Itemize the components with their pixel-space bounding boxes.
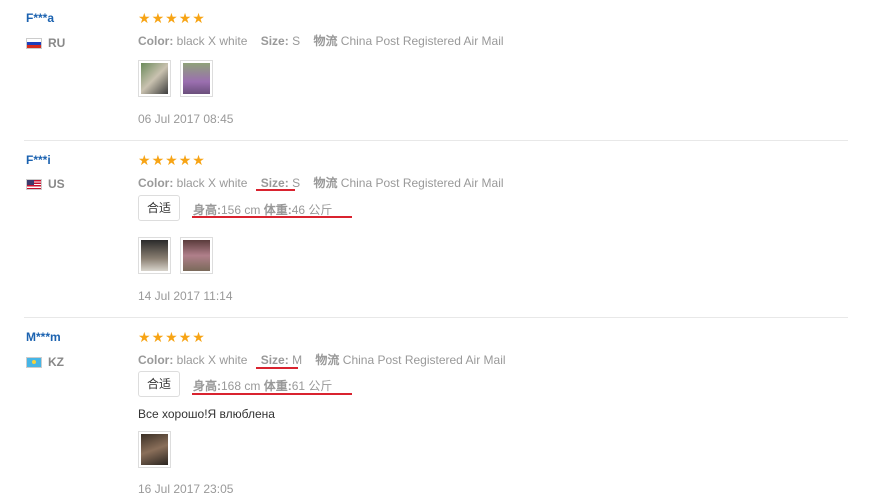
review-photo[interactable] — [180, 60, 213, 97]
size-value: S — [292, 34, 301, 48]
divider — [24, 317, 848, 318]
star-icon: ★ — [178, 10, 192, 26]
star-rating: ★ ★ ★ ★ ★ — [138, 11, 205, 25]
weight-label: 体重: — [263, 203, 292, 217]
weight-value: 46 公斤 — [291, 203, 333, 217]
weight-value: 61 公斤 — [291, 379, 333, 393]
country-code: US — [48, 177, 65, 191]
height-label: 身高: — [193, 203, 221, 217]
size-value: M — [292, 353, 303, 367]
color-label: Color: — [138, 34, 174, 48]
star-icon: ★ — [138, 152, 151, 168]
order-attributes: Color: black X white Size: S 物流 China Po… — [138, 32, 504, 49]
star-icon: ★ — [178, 152, 192, 168]
size-highlight-underline — [256, 367, 298, 369]
star-icon: ★ — [138, 329, 151, 345]
height-value: 168 cm — [221, 379, 261, 393]
review-date: 06 Jul 2017 08:45 — [138, 112, 234, 126]
order-attributes: Color: black X white Size: S 物流 China Po… — [138, 174, 504, 191]
reviewer-country: KZ — [26, 355, 64, 369]
review-photo[interactable] — [138, 431, 171, 468]
star-icon: ★ — [192, 152, 205, 168]
height-value: 156 cm — [221, 203, 261, 217]
review-photo[interactable] — [138, 237, 171, 274]
star-rating: ★ ★ ★ ★ ★ — [138, 153, 205, 167]
russia-flag-icon — [26, 37, 42, 49]
reviewer-name[interactable]: F***i — [26, 153, 51, 167]
measurement-highlight-underline — [192, 216, 352, 218]
shipping-value: China Post Registered Air Mail — [340, 34, 504, 48]
color-value: black X white — [176, 34, 248, 48]
size-label: Size: — [260, 353, 289, 367]
star-icon: ★ — [165, 329, 178, 345]
size-value: S — [292, 176, 301, 190]
star-rating: ★ ★ ★ ★ ★ — [138, 330, 205, 344]
star-icon: ★ — [178, 329, 192, 345]
reviewer-country: US — [26, 177, 65, 191]
reviewer-country: RU — [26, 36, 65, 50]
size-label: Size: — [260, 34, 289, 48]
divider — [24, 140, 848, 141]
height-label: 身高: — [193, 379, 221, 393]
color-label: Color: — [138, 176, 174, 190]
star-icon: ★ — [138, 10, 151, 26]
star-icon: ★ — [192, 329, 205, 345]
review-date: 16 Jul 2017 23:05 — [138, 482, 234, 496]
star-icon: ★ — [165, 152, 178, 168]
review-photo[interactable] — [180, 237, 213, 274]
kazakhstan-flag-icon — [26, 356, 42, 368]
star-icon: ★ — [151, 152, 165, 168]
review-date: 14 Jul 2017 11:14 — [138, 289, 233, 303]
reviewer-name[interactable]: M***m — [26, 330, 61, 344]
fit-tag: 合适 — [138, 195, 181, 221]
weight-label: 体重: — [263, 379, 292, 393]
country-code: KZ — [48, 355, 64, 369]
shipping-label: 物流 — [313, 176, 338, 190]
review-photo[interactable] — [138, 60, 171, 97]
shipping-label: 物流 — [313, 34, 338, 48]
measurement-highlight-underline — [192, 393, 352, 395]
color-value: black X white — [176, 353, 248, 367]
reviewer-name[interactable]: F***a — [26, 11, 54, 25]
star-icon: ★ — [151, 10, 165, 26]
shipping-value: China Post Registered Air Mail — [342, 353, 506, 367]
body-measurements: 身高:168 cm 体重:61 公斤 — [193, 377, 332, 394]
size-label: Size: — [260, 176, 289, 190]
usa-flag-icon — [26, 178, 42, 190]
star-icon: ★ — [192, 10, 205, 26]
star-icon: ★ — [151, 329, 165, 345]
size-highlight-underline — [256, 189, 295, 191]
color-value: black X white — [176, 176, 248, 190]
star-icon: ★ — [165, 10, 178, 26]
order-attributes: Color: black X white Size: M 物流 China Po… — [138, 351, 506, 368]
color-label: Color: — [138, 353, 174, 367]
shipping-value: China Post Registered Air Mail — [340, 176, 504, 190]
shipping-label: 物流 — [315, 353, 340, 367]
fit-tag: 合适 — [138, 371, 181, 397]
country-code: RU — [48, 36, 66, 50]
review-text: Все хорошо!Я влюблена — [138, 407, 275, 421]
